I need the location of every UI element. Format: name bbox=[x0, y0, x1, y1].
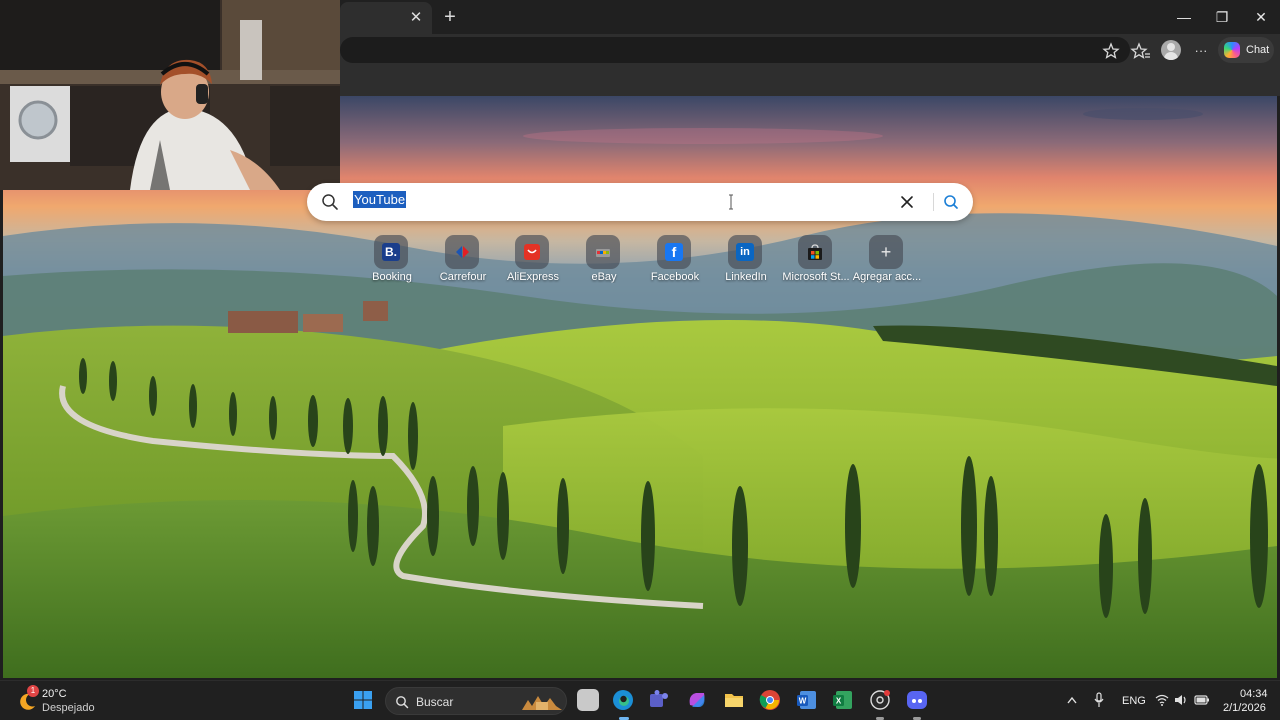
quick-link-tile bbox=[798, 235, 832, 269]
add-shortcut-button[interactable]: + Agregar acc... bbox=[851, 235, 923, 285]
quick-link-label: eBay bbox=[591, 271, 617, 283]
chat-button-label: Chat bbox=[1246, 44, 1270, 56]
more-options-icon[interactable]: ··· bbox=[1190, 40, 1212, 62]
weather-temperature[interactable]: 20°C bbox=[42, 688, 67, 700]
quick-link-tile: B. bbox=[374, 235, 408, 269]
file-explorer-icon[interactable] bbox=[723, 689, 745, 711]
quick-link-label: Agregar acc... bbox=[852, 271, 922, 283]
new-tab-button[interactable]: + bbox=[439, 6, 461, 28]
quick-link-tile bbox=[586, 235, 620, 269]
microphone-icon[interactable] bbox=[1093, 692, 1105, 708]
quick-link-label: Microsoft St... bbox=[782, 271, 850, 283]
windows-start-icon[interactable] bbox=[353, 690, 373, 710]
windows-taskbar: 1 20°C Despejado Buscar W X ENG 04:34 2/… bbox=[0, 680, 1280, 720]
copilot-chat-button[interactable]: Chat bbox=[1218, 37, 1274, 63]
quick-link-label: Booking bbox=[372, 271, 412, 283]
close-window-button[interactable]: ✕ bbox=[1248, 6, 1274, 28]
quick-link-carrefour[interactable]: Carrefour bbox=[427, 235, 499, 285]
favorites-icon[interactable] bbox=[1130, 40, 1152, 62]
battery-icon[interactable] bbox=[1194, 694, 1210, 706]
aliexpress-icon bbox=[524, 244, 540, 260]
taskbar-search-label: Buscar bbox=[416, 695, 454, 709]
excel-icon[interactable]: X bbox=[832, 689, 854, 711]
booking-icon: B. bbox=[382, 243, 400, 261]
quick-link-facebook[interactable]: f Facebook bbox=[639, 235, 711, 285]
quick-link-tile: f bbox=[657, 235, 691, 269]
teams-icon[interactable] bbox=[648, 689, 670, 711]
volume-icon[interactable] bbox=[1174, 694, 1188, 706]
task-view-icon[interactable] bbox=[577, 689, 599, 711]
carrefour-icon bbox=[456, 246, 469, 258]
copilot-icon bbox=[1224, 42, 1240, 58]
clear-search-icon[interactable] bbox=[897, 192, 917, 212]
search-input[interactable]: YouTube bbox=[353, 191, 893, 212]
quick-link-label: LinkedIn bbox=[725, 271, 767, 283]
quick-link-tile: in bbox=[728, 235, 762, 269]
web-search-box[interactable]: YouTube bbox=[307, 183, 973, 221]
quick-link-label: AliExpress bbox=[507, 271, 559, 283]
edge-browser-icon[interactable] bbox=[612, 689, 634, 711]
search-input-selected-text: YouTube bbox=[353, 191, 407, 208]
obs-recording-icon[interactable] bbox=[869, 689, 891, 711]
quick-link-label: Carrefour bbox=[439, 271, 487, 283]
copilot-icon[interactable] bbox=[686, 689, 708, 711]
submit-search-icon[interactable] bbox=[941, 192, 961, 212]
chrome-icon[interactable] bbox=[759, 689, 781, 711]
input-language[interactable]: ENG bbox=[1122, 695, 1146, 707]
webcam-person-image bbox=[0, 0, 340, 190]
ebay-icon bbox=[596, 249, 610, 257]
active-tab[interactable]: ✕ bbox=[340, 2, 432, 34]
screen: ✕ + — ❐ ✕ ··· Chat YouTube B. Booking Ca… bbox=[0, 0, 1280, 720]
weather-notification-badge: 1 bbox=[27, 685, 39, 697]
microsoft-store-icon bbox=[808, 244, 822, 260]
profile-avatar[interactable] bbox=[1161, 40, 1181, 60]
linkedin-icon: in bbox=[736, 243, 754, 261]
minimize-button[interactable]: — bbox=[1171, 6, 1197, 28]
text-cursor-icon bbox=[729, 194, 733, 210]
svg-text:W: W bbox=[799, 697, 807, 706]
quick-link-linkedin[interactable]: in LinkedIn bbox=[710, 235, 782, 285]
favorite-star-icon[interactable] bbox=[1100, 40, 1122, 62]
svg-text:X: X bbox=[836, 697, 842, 706]
quick-link-tile bbox=[515, 235, 549, 269]
quick-link-booking[interactable]: B. Booking bbox=[356, 235, 428, 285]
chevron-up-icon[interactable] bbox=[1066, 695, 1078, 705]
quick-link-microsoft-store[interactable]: Microsoft St... bbox=[780, 235, 852, 285]
taskbar-search-box[interactable]: Buscar bbox=[385, 687, 567, 715]
search-highlight-icon bbox=[522, 696, 562, 710]
word-icon[interactable]: W bbox=[796, 689, 818, 711]
plus-icon: + bbox=[880, 242, 892, 262]
quick-link-tile bbox=[445, 235, 479, 269]
webcam-overlay bbox=[0, 0, 340, 190]
discord-icon[interactable] bbox=[906, 689, 928, 711]
quick-link-tile: + bbox=[869, 235, 903, 269]
tab-close-icon[interactable]: ✕ bbox=[406, 8, 426, 28]
search-icon bbox=[322, 194, 338, 210]
search-divider bbox=[933, 193, 934, 211]
clock-time[interactable]: 04:34 bbox=[1240, 688, 1268, 700]
quick-link-ebay[interactable]: eBay bbox=[568, 235, 640, 285]
weather-description[interactable]: Despejado bbox=[42, 702, 95, 714]
restore-button[interactable]: ❐ bbox=[1209, 6, 1235, 28]
search-icon bbox=[396, 696, 409, 709]
quick-link-label: Facebook bbox=[650, 271, 700, 283]
quick-link-aliexpress[interactable]: AliExpress bbox=[497, 235, 569, 285]
wifi-icon[interactable] bbox=[1155, 694, 1169, 706]
address-bar[interactable] bbox=[340, 37, 1130, 63]
facebook-icon: f bbox=[665, 243, 683, 261]
clock-date[interactable]: 2/1/2026 bbox=[1223, 702, 1266, 714]
